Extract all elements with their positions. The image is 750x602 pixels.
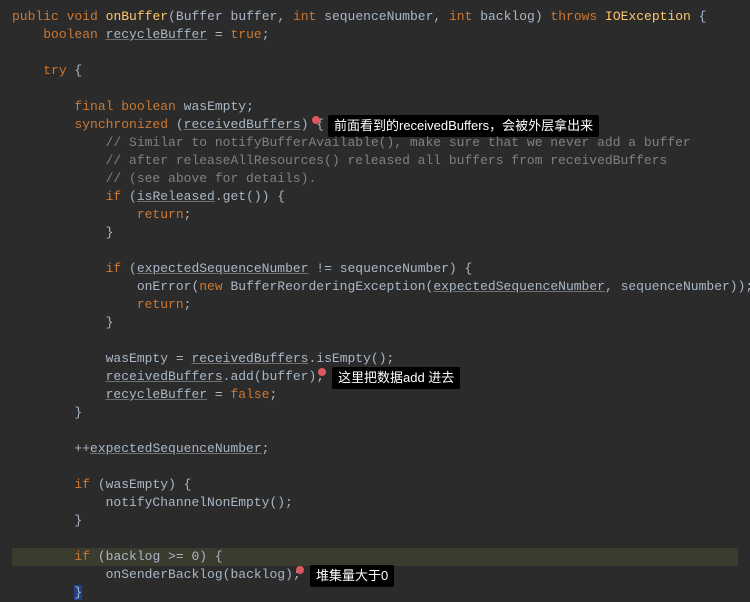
- var: sequenceNumber: [340, 261, 449, 276]
- breakpoint-icon[interactable]: [312, 116, 320, 124]
- op: =: [207, 27, 230, 42]
- param: backlog: [480, 9, 535, 24]
- kw: new: [199, 279, 222, 294]
- type: int: [449, 9, 472, 24]
- kw: boolean: [121, 99, 176, 114]
- op: !=: [308, 261, 339, 276]
- kw: public: [12, 9, 59, 24]
- var: receivedBuffers: [184, 117, 301, 132]
- kw: return: [137, 297, 184, 312]
- var: recycleBuffer: [106, 27, 207, 42]
- var: backlog: [230, 567, 285, 582]
- param: buffer: [231, 9, 278, 24]
- var: receivedBuffers: [106, 369, 223, 384]
- var: wasEmpty: [106, 477, 168, 492]
- type: int: [293, 9, 316, 24]
- kw: synchronized: [74, 117, 168, 132]
- call: .get(): [215, 189, 262, 204]
- val: false: [230, 387, 269, 402]
- code-editor: public void onBuffer(Buffer buffer, int …: [12, 8, 738, 602]
- comment: // (see above for details).: [106, 171, 317, 186]
- var: expectedSequenceNumber: [137, 261, 309, 276]
- var: sequenceNumber: [621, 279, 730, 294]
- var: recycleBuffer: [106, 387, 207, 402]
- breakpoint-icon[interactable]: [296, 566, 304, 574]
- type: IOException: [605, 9, 691, 24]
- kw: boolean: [43, 27, 98, 42]
- call: onSenderBacklog: [106, 567, 223, 582]
- kw: void: [67, 9, 98, 24]
- type: BufferReorderingException: [230, 279, 425, 294]
- op: =: [207, 387, 230, 402]
- var: wasEmpty: [106, 351, 168, 366]
- var: isReleased: [137, 189, 215, 204]
- var: receivedBuffers: [191, 351, 308, 366]
- param: sequenceNumber: [324, 9, 433, 24]
- kw: if: [106, 261, 122, 276]
- kw: try: [43, 63, 66, 78]
- call: .add(: [223, 369, 262, 384]
- var: wasEmpty: [184, 99, 246, 114]
- call: onError: [137, 279, 192, 294]
- kw: return: [137, 207, 184, 222]
- op: =: [168, 351, 191, 366]
- var: expectedSequenceNumber: [90, 441, 262, 456]
- comment: // after releaseAllResources() released …: [106, 153, 668, 168]
- call: .isEmpty(): [308, 351, 386, 366]
- kw: throws: [550, 9, 597, 24]
- call: notifyChannelNonEmpty: [106, 495, 270, 510]
- val: true: [230, 27, 261, 42]
- kw: final: [74, 99, 113, 114]
- method-name: onBuffer: [106, 9, 168, 24]
- var: buffer: [262, 369, 309, 384]
- kw: if: [106, 189, 122, 204]
- comment: // Similar to notifyBufferAvailable(), m…: [106, 135, 691, 150]
- kw: if: [74, 477, 90, 492]
- var: expectedSequenceNumber: [433, 279, 605, 294]
- op: ++: [74, 441, 90, 456]
- breakpoint-icon[interactable]: [318, 368, 326, 376]
- type: Buffer: [176, 9, 223, 24]
